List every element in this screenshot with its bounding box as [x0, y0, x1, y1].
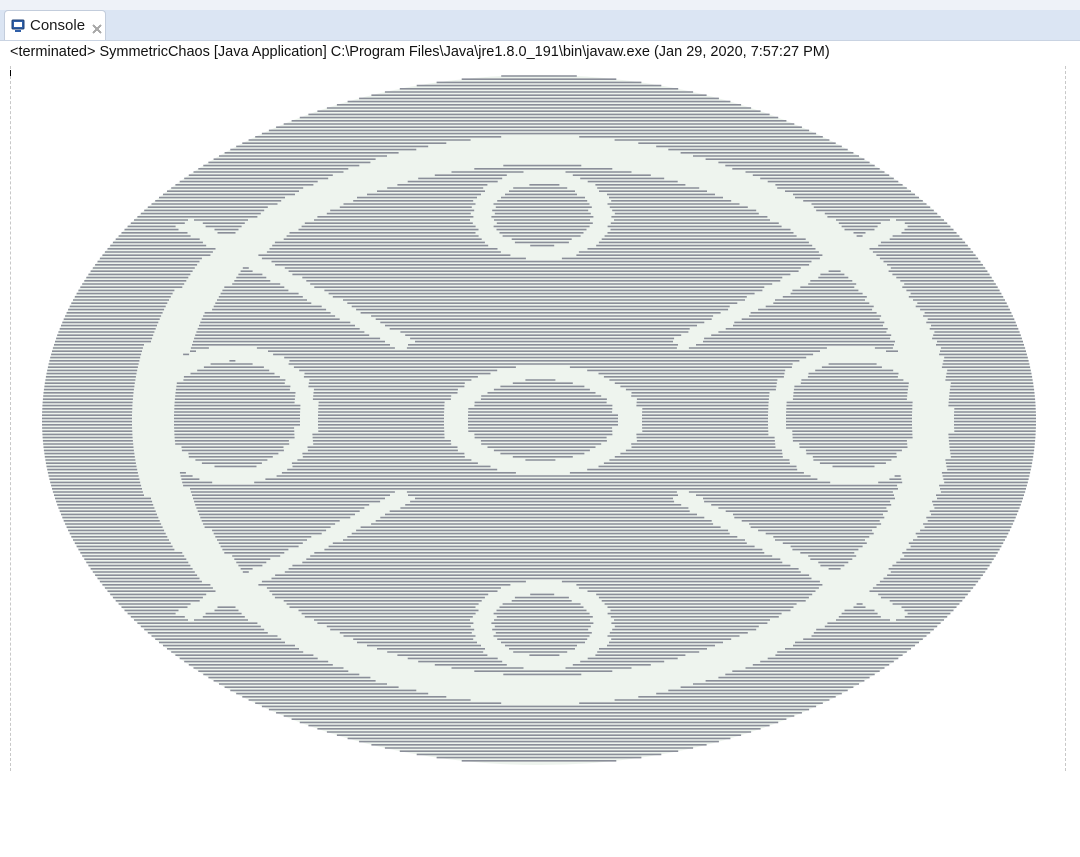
- eclipse-window: Console <terminated> SymmetricChaos [Jav…: [0, 0, 1080, 857]
- console-ascii-output: [42, 75, 1036, 765]
